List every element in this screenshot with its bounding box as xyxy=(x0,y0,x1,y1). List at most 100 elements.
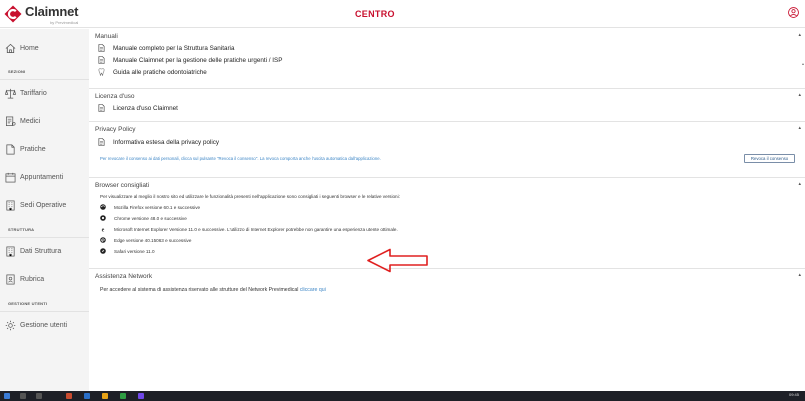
document-icon xyxy=(98,138,105,146)
browser-item: Edge versione 40.15063 e successive xyxy=(100,236,191,244)
network-description: Per accedere al sistema di assistenza ri… xyxy=(100,287,299,293)
licence-item[interactable]: Licenza d'uso Claimnet xyxy=(98,103,178,113)
section-heading-sezioni: SEZIONI xyxy=(8,69,26,74)
browser-item: Mozilla Firefox versione 60.1 e successi… xyxy=(100,203,200,211)
clock-text: 09:45 xyxy=(788,392,799,397)
tooth-icon xyxy=(98,68,105,76)
page-title: CENTRO xyxy=(355,9,395,19)
claimnet-logo[interactable]: Claimnet by Previmedical xyxy=(4,3,79,25)
gear-icon xyxy=(5,320,16,330)
network-link[interactable]: cliccare qui xyxy=(300,287,326,293)
browser-item-text: Chrome versione 48.0 e successive xyxy=(114,215,187,221)
chrome-icon xyxy=(100,215,106,221)
sidebar-label-gestione-utenti: Gestione utenti xyxy=(20,321,68,329)
scroll-up-icon[interactable]: ▴ xyxy=(802,61,804,66)
manual-item[interactable]: Guida alle pratiche odontoiatriche xyxy=(98,67,207,77)
manual-link[interactable]: Manuale completo per la Struttura Sanita… xyxy=(113,45,234,52)
collapse-caret-icon[interactable]: ▴ xyxy=(798,181,801,187)
doctor-icon xyxy=(6,116,16,126)
sidebar-item-rubrica[interactable]: Rubrica xyxy=(0,268,89,290)
panel-title-network: Assistenza Network xyxy=(95,273,153,280)
panel-title-manuali: Manuali xyxy=(95,33,118,40)
user-circle-icon[interactable] xyxy=(788,7,799,18)
collapse-caret-icon[interactable]: ▴ xyxy=(798,92,801,98)
document-icon xyxy=(98,44,105,52)
document-icon xyxy=(6,144,15,154)
building-icon xyxy=(6,200,15,210)
panel-manuali: Manuali ▴ Manuale completo per la Strutt… xyxy=(89,29,805,89)
sidebar-item-pratiche[interactable]: Pratiche xyxy=(0,138,89,160)
calendar-icon xyxy=(5,172,16,182)
browser-intro-text: Per visualizzare al meglio il nostro sit… xyxy=(100,194,400,199)
document-icon xyxy=(98,56,105,64)
sidebar-label-sedi-operative: Sedi Operative xyxy=(20,201,67,209)
privacy-hint-text: Per revocare il consenso ai dati persona… xyxy=(100,156,381,161)
sidebar-item-dati-struttura[interactable]: Dati Struttura xyxy=(0,240,89,262)
revoke-consent-button[interactable]: Revoca il consenso xyxy=(744,154,795,163)
browser-item: Chrome versione 48.0 e successive xyxy=(100,214,187,222)
licence-link[interactable]: Licenza d'uso Claimnet xyxy=(113,105,178,112)
logo-name: Claimnet xyxy=(25,3,79,19)
sidebar-item-tariffario[interactable]: Tariffario xyxy=(0,82,89,104)
edge-icon xyxy=(100,237,106,243)
home-icon xyxy=(5,43,16,53)
search-icon[interactable] xyxy=(20,393,26,399)
sidebar-item-medici[interactable]: Medici xyxy=(0,110,89,132)
sidebar-item-appuntamenti[interactable]: Appuntamenti xyxy=(0,166,89,188)
app-icon[interactable] xyxy=(138,393,144,399)
panel-title-browser: Browser consigliati xyxy=(95,182,150,189)
browser-item-text: Safari versione 11.0 xyxy=(114,248,155,254)
manual-item[interactable]: Manuale Claimnet per la gestione delle p… xyxy=(98,55,282,65)
panel-network: Assistenza Network ▴ Per accedere al sis… xyxy=(89,269,805,299)
privacy-link[interactable]: Informativa estesa della privacy policy xyxy=(113,139,219,146)
collapse-caret-icon[interactable]: ▴ xyxy=(798,272,801,278)
manual-link[interactable]: Guida alle pratiche odontoiatriche xyxy=(113,69,207,76)
browser-item: Safari versione 11.0 xyxy=(100,247,155,255)
panel-title-licenza: Licenza d'uso xyxy=(95,93,135,100)
sidebar-label-appuntamenti: Appuntamenti xyxy=(20,173,64,181)
collapse-caret-icon[interactable]: ▴ xyxy=(798,32,801,38)
firefox-icon xyxy=(100,204,106,210)
collapse-caret-icon[interactable]: ▴ xyxy=(798,125,801,131)
app-window: Claimnet by Previmedical CENTRO Home SEZ… xyxy=(0,0,805,401)
section-heading-gestione-utenti: GESTIONE UTENTI xyxy=(8,301,48,306)
sidebar-label-dati-struttura: Dati Struttura xyxy=(20,247,62,255)
panel-privacy: Privacy Policy ▴ Informativa estesa dell… xyxy=(89,122,805,178)
panel-title-privacy: Privacy Policy xyxy=(95,126,136,133)
panel-browser: Browser consigliati ▴ Per visualizzare a… xyxy=(89,178,805,269)
app-icon[interactable] xyxy=(120,393,126,399)
app-icon[interactable] xyxy=(66,393,72,399)
balance-scale-icon xyxy=(5,88,16,98)
sidebar-divider xyxy=(0,237,89,238)
logo-subtitle: by Previmedical xyxy=(50,19,79,25)
address-book-icon xyxy=(6,274,15,284)
folder-icon[interactable] xyxy=(102,393,108,399)
task-view-icon[interactable] xyxy=(36,393,42,399)
panel-licenza: Licenza d'uso ▴ Licenza d'uso Claimnet xyxy=(89,89,805,122)
app-icon[interactable] xyxy=(84,393,90,399)
main-content: Manuali ▴ Manuale completo per la Strutt… xyxy=(89,29,805,391)
sidebar: Home SEZIONI Tariffario Medici Pratiche xyxy=(0,29,89,391)
claimnet-logo-icon xyxy=(4,5,22,23)
manual-item[interactable]: Manuale completo per la Struttura Sanita… xyxy=(98,43,234,53)
red-arrow-annotation xyxy=(367,248,428,273)
browser-item-text: Mozilla Firefox versione 60.1 e successi… xyxy=(114,204,201,210)
sidebar-label-rubrica: Rubrica xyxy=(20,275,45,283)
os-taskbar: 09:45 xyxy=(0,391,805,401)
sidebar-item-gestione-utenti[interactable]: Gestione utenti xyxy=(0,314,89,336)
manual-link[interactable]: Manuale Claimnet per la gestione delle p… xyxy=(113,57,282,64)
logo-text: Claimnet by Previmedical xyxy=(25,3,79,25)
sidebar-item-home[interactable]: Home xyxy=(0,37,89,59)
sidebar-divider xyxy=(0,79,89,80)
document-icon xyxy=(98,104,105,112)
sidebar-label-pratiche: Pratiche xyxy=(20,145,46,153)
section-heading-struttura: STRUTTURA xyxy=(8,227,35,232)
internet-explorer-icon: e xyxy=(102,227,105,232)
svg-text:e: e xyxy=(102,227,105,232)
privacy-item[interactable]: Informativa estesa della privacy policy xyxy=(98,137,219,147)
sidebar-label-tariffario: Tariffario xyxy=(20,89,47,97)
browser-item-text: Edge versione 40.15063 e successive xyxy=(114,237,192,243)
sidebar-divider xyxy=(0,311,89,312)
sidebar-item-sedi-operative[interactable]: Sedi Operative xyxy=(0,194,89,216)
start-icon[interactable] xyxy=(4,393,10,399)
